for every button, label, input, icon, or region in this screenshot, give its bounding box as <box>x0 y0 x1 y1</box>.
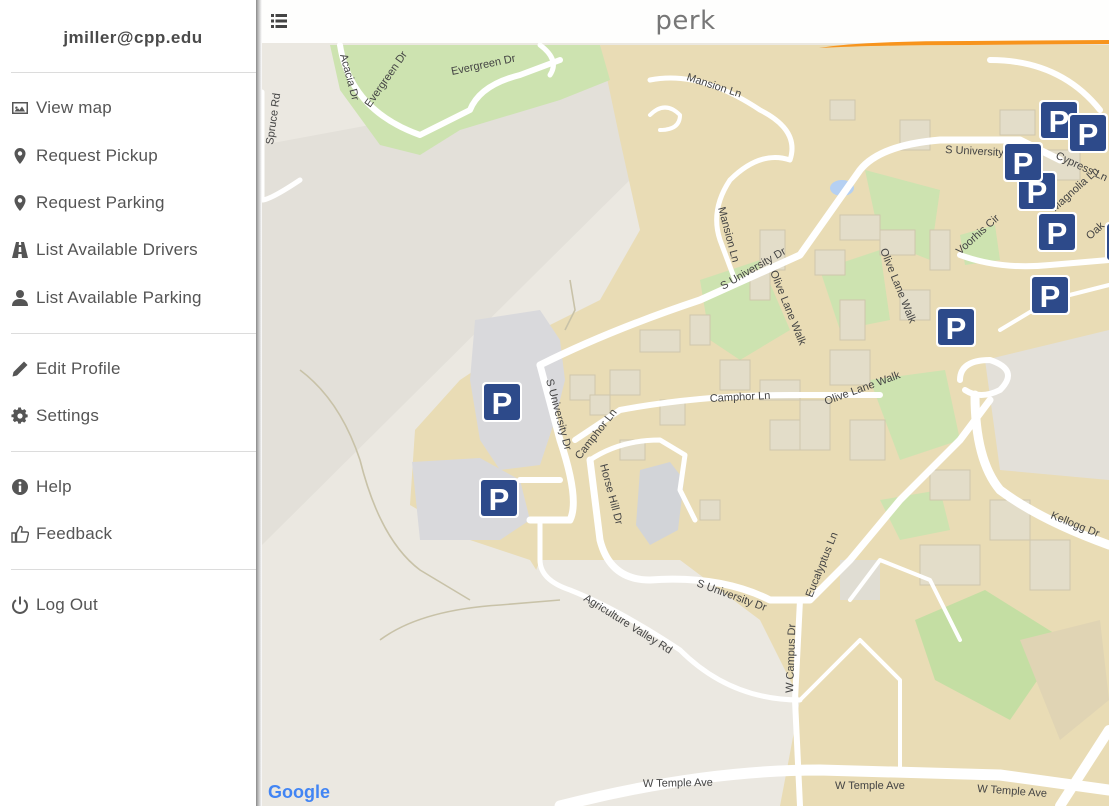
parking-marker-label: P <box>489 482 510 517</box>
info-icon <box>11 478 29 496</box>
parking-marker-label: P <box>1040 279 1061 314</box>
menu-item-label: Request Parking <box>36 193 165 212</box>
parking-marker[interactable]: P <box>1037 212 1077 252</box>
app-title: perk <box>655 6 716 36</box>
google-logo: Google <box>268 782 330 803</box>
road-label-w-temple: W Temple Ave <box>835 780 905 792</box>
menu-item-request-pickup[interactable]: Request Pickup <box>11 143 158 169</box>
parking-marker-label: P <box>492 386 513 421</box>
menu-item-help[interactable]: Help <box>11 474 72 500</box>
parking-marker[interactable]: P <box>1030 275 1070 315</box>
map-marker-icon <box>11 147 29 165</box>
pencil-icon <box>11 360 29 378</box>
menu-item-logout[interactable]: Log Out <box>11 592 98 618</box>
menu-item-view-map[interactable]: View map <box>11 95 112 121</box>
menu-divider <box>11 451 256 452</box>
parking-marker-label: P <box>1078 117 1099 152</box>
menu-item-feedback[interactable]: Feedback <box>11 521 112 547</box>
menu-item-label: Help <box>36 477 72 496</box>
top-bar: perk <box>262 0 1109 48</box>
menu-item-label: Request Pickup <box>36 146 158 165</box>
thumbs-up-icon <box>11 525 29 543</box>
menu-item-label: Edit Profile <box>36 359 121 378</box>
parking-marker-label: P <box>946 311 967 346</box>
parking-marker[interactable]: P <box>936 307 976 347</box>
parking-marker[interactable]: P <box>1003 142 1043 182</box>
road-icon <box>11 241 29 259</box>
menu-item-list-drivers[interactable]: List Available Drivers <box>11 237 198 263</box>
menu-divider <box>11 333 256 334</box>
parking-marker[interactable]: P <box>479 478 519 518</box>
side-menu: jmiller@cpp.edu View map Request Pickup … <box>0 0 256 806</box>
parking-marker[interactable]: P <box>1105 222 1109 262</box>
parking-marker-label: P <box>1047 216 1068 251</box>
parking-marker-label: P <box>1049 104 1070 139</box>
image-icon <box>11 99 29 117</box>
menu-item-label: List Available Parking <box>36 288 202 307</box>
menu-item-label: View map <box>36 98 112 117</box>
google-logo-text: Google <box>268 782 330 802</box>
campus-map[interactable]: Spruce Rd Acacia Dr Evergreen Dr Evergre… <box>262 0 1109 806</box>
menu-item-label: Log Out <box>36 595 98 614</box>
road-label-w-campus: W Campus Dr <box>784 623 798 693</box>
power-icon <box>11 596 29 614</box>
menu-item-list-parking[interactable]: List Available Parking <box>11 285 202 311</box>
menu-divider <box>11 72 256 73</box>
menu-item-label: Feedback <box>36 524 113 543</box>
sidebar-shadow <box>256 0 262 806</box>
parking-marker[interactable]: P <box>482 382 522 422</box>
menu-item-label: Settings <box>36 406 100 425</box>
map-canvas[interactable]: Spruce Rd Acacia Dr Evergreen Dr Evergre… <box>262 0 1109 806</box>
user-icon <box>11 289 29 307</box>
road-label-w-temple: W Temple Ave <box>643 777 713 790</box>
parking-marker[interactable]: P <box>1068 113 1108 153</box>
accent-line <box>819 40 1109 48</box>
menu-item-settings[interactable]: Settings <box>11 403 99 429</box>
gear-icon <box>11 407 29 425</box>
user-email: jmiller@cpp.edu <box>63 28 203 47</box>
menu-item-label: List Available Drivers <box>36 240 198 259</box>
map-marker-icon <box>11 194 29 212</box>
parking-marker-label: P <box>1013 146 1034 181</box>
menu-item-request-parking[interactable]: Request Parking <box>11 190 165 216</box>
menu-item-edit-profile[interactable]: Edit Profile <box>11 356 121 382</box>
menu-divider <box>11 569 256 570</box>
